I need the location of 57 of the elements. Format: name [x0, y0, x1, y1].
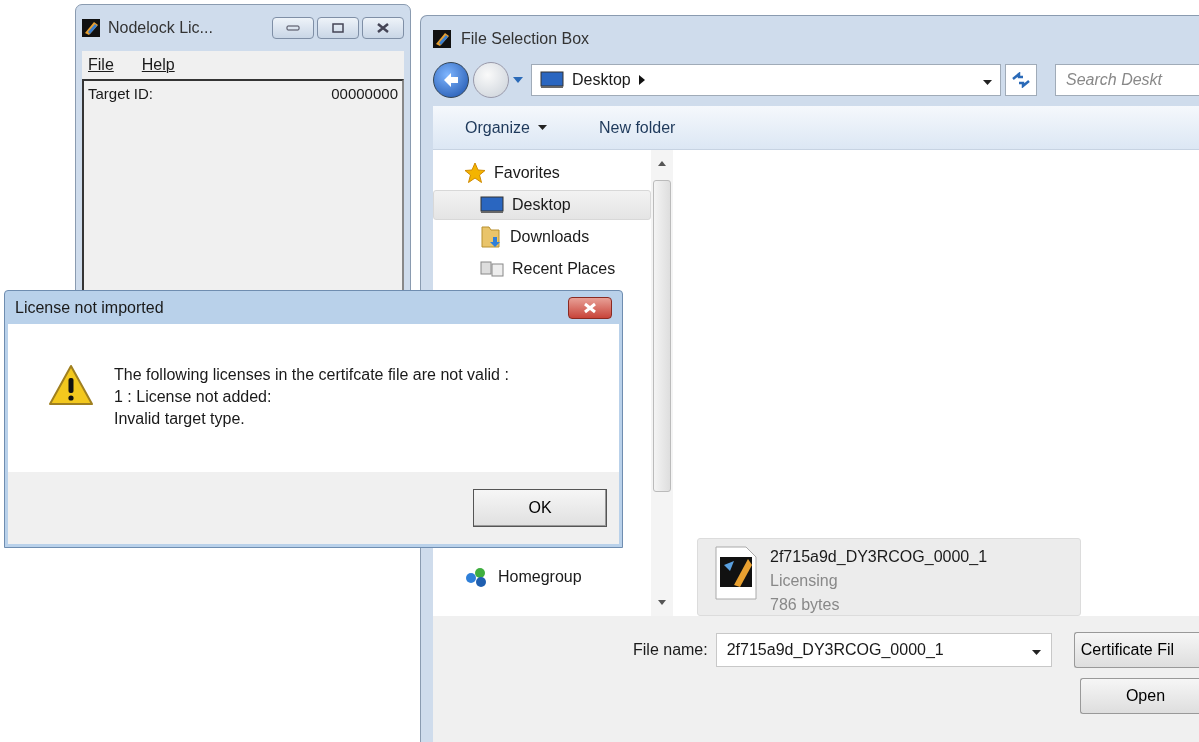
message-text: The following licenses in the certifcate file are not valid : — [114, 365, 509, 385]
file-name-field[interactable]: 2f715a9d_DY3RCOG_0000_1 — [715, 633, 1052, 667]
monitor-icon — [540, 71, 564, 89]
window-title: Nodelock Lic... — [108, 19, 213, 37]
ok-button[interactable]: OK — [473, 489, 607, 527]
address-bar[interactable]: Desktop — [531, 64, 1001, 96]
field-label: File name: — [633, 641, 708, 659]
app-icon — [433, 30, 451, 48]
field-label: Target ID: — [88, 85, 154, 102]
caret-icon — [537, 125, 547, 130]
file-name: 2f715a9d_DY3RCOG_0000_1 — [770, 547, 988, 567]
caret-icon — [1031, 650, 1041, 655]
close-icon — [376, 23, 390, 33]
address-text: Desktop — [572, 71, 631, 89]
star-icon — [464, 162, 486, 184]
file-icon — [714, 545, 758, 601]
close-button[interactable] — [568, 296, 612, 319]
file-type-dropdown[interactable]: Certificate Fil — [1073, 632, 1199, 668]
field-value: 00000000 — [331, 85, 398, 102]
message-text: 1 : License not added: — [114, 387, 273, 407]
refresh-icon — [1011, 72, 1031, 88]
nav-item[interactable]: Downloads — [433, 222, 651, 252]
file-item[interactable]: 2f715a9d_DY3RCOG_0000_1 Licensing 786 bytes — [697, 538, 1081, 616]
monitor-icon — [480, 196, 504, 214]
recent-places-icon — [480, 260, 504, 278]
chevron-icon — [638, 75, 645, 85]
message-text: Invalid target type. — [114, 409, 246, 429]
file-type: Licensing — [770, 571, 839, 591]
scrollbar[interactable] — [651, 150, 673, 616]
close-icon — [583, 301, 597, 314]
back-button[interactable] — [433, 62, 469, 98]
folder-arrow-icon — [480, 225, 502, 249]
caret-icon — [983, 80, 992, 85]
menu-item[interactable]: File — [88, 56, 114, 74]
window-title: File Selection Box — [461, 30, 590, 48]
restore-icon — [332, 23, 344, 33]
refresh-button[interactable] — [1005, 64, 1037, 96]
nav-item[interactable]: Favorites — [433, 158, 651, 188]
nav-item[interactable]: Recent Places — [433, 254, 651, 284]
nav-item[interactable]: Homegroup — [433, 562, 651, 592]
scroll-down-icon[interactable] — [657, 600, 667, 606]
nav-item[interactable]: Desktop — [433, 190, 651, 220]
search-field[interactable]: Search Deskt — [1055, 64, 1199, 96]
back-arrow-icon — [442, 72, 460, 88]
close-button[interactable] — [362, 17, 404, 39]
minimize-icon — [286, 25, 300, 31]
organize-menu[interactable]: Organize — [461, 114, 551, 141]
maximize-button[interactable] — [317, 17, 359, 39]
warning-icon — [48, 364, 94, 406]
minimize-button[interactable] — [272, 17, 314, 39]
toolbar-button[interactable]: New folder — [594, 114, 680, 141]
menu-item[interactable]: Help — [141, 56, 175, 74]
open-button[interactable]: Open — [1080, 678, 1199, 714]
dialog-title: License not imported — [15, 298, 164, 317]
caret-icon[interactable] — [513, 77, 523, 83]
app-icon — [82, 19, 100, 37]
file-size: 786 bytes — [770, 595, 841, 615]
